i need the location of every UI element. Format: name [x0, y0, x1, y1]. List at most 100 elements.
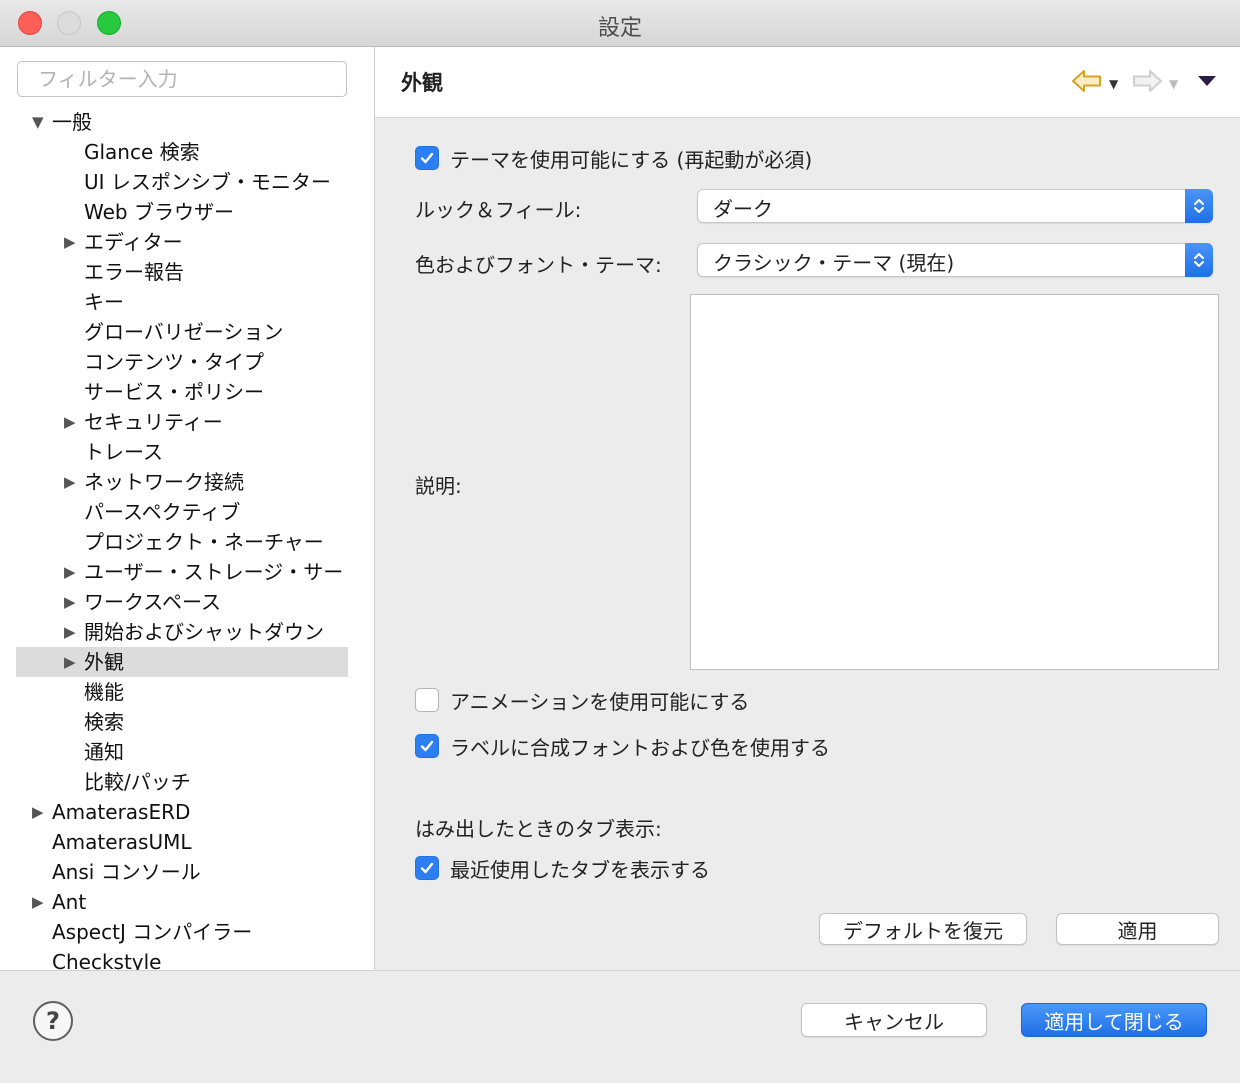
tree-item[interactable]: UI レスポンシブ・モニター: [0, 167, 374, 197]
tree-item-label: エラー報告: [84, 260, 184, 284]
tree-item[interactable]: プロジェクト・ネーチャー: [0, 527, 374, 557]
recent-tabs-label: 最近使用したタブを表示する: [450, 857, 710, 882]
mixed-fonts-label: ラベルに合成フォントおよび色を使用する: [450, 735, 830, 760]
collapsed-arrow-icon[interactable]: ▶: [64, 467, 76, 497]
tree-item-label: セキュリティー: [84, 410, 223, 434]
tree-item[interactable]: エラー報告: [0, 257, 374, 287]
tree-item[interactable]: パースペクティブ: [0, 497, 374, 527]
page-header: 外観 ▼ ▼: [375, 47, 1240, 118]
tree-item[interactable]: ▶ 開始およびシャットダウン: [0, 617, 374, 647]
tree-item-label: キー: [84, 290, 124, 314]
preferences-tree: ▼ 一般 Glance 検索 UI レスポンシブ・モニター Web ブラウザー ▶ エディタ…: [0, 107, 374, 970]
tree-item-label: AspectJ コンパイラー: [52, 920, 253, 944]
description-label: 説明:: [415, 474, 462, 498]
tree-item[interactable]: 比較/パッチ: [0, 767, 374, 797]
tree-item-label: プロジェクト・ネーチャー: [84, 530, 324, 554]
color-font-theme-select[interactable]: クラシック・テーマ (現在): [697, 243, 1213, 277]
tree-item[interactable]: グローバリゼーション: [0, 317, 374, 347]
tree-item-label: 検索: [84, 710, 124, 734]
color-font-theme-label: 色およびフォント・テーマ:: [415, 253, 662, 277]
collapsed-arrow-icon[interactable]: ▶: [32, 797, 44, 827]
tree-item-label: ユーザー・ストレージ・サー: [84, 560, 344, 584]
cancel-button[interactable]: キャンセル: [801, 1003, 987, 1037]
forward-history-dropdown-icon[interactable]: ▼: [1169, 77, 1178, 91]
tree-item-label: UI レスポンシブ・モニター: [84, 170, 331, 194]
tree-item[interactable]: Ansi コンソール: [0, 857, 374, 887]
tree-item-label: Checkstyle: [52, 950, 162, 970]
title-bar: 設定: [0, 0, 1240, 47]
tree-item-label: ワークスペース: [84, 590, 221, 614]
tree-item[interactable]: コンテンツ・タイプ: [0, 347, 374, 377]
preferences-sidebar: ▼ 一般 Glance 検索 UI レスポンシブ・モニター Web ブラウザー ▶ エディタ…: [0, 47, 375, 970]
tree-item[interactable]: AmaterasUML: [0, 827, 374, 857]
forward-arrow-icon[interactable]: [1131, 69, 1163, 97]
collapsed-arrow-icon[interactable]: ▶: [64, 647, 76, 677]
enable-theming-label: テーマを使用可能にする (再起動が必須): [450, 147, 813, 172]
enable-animations-checkbox[interactable]: [415, 688, 439, 712]
tree-item[interactable]: トレース: [0, 437, 374, 467]
tree-item-label: エディター: [84, 230, 183, 254]
tree-item-label: トレース: [84, 440, 163, 464]
collapsed-arrow-icon[interactable]: ▶: [64, 587, 76, 617]
collapsed-arrow-icon[interactable]: ▶: [64, 617, 76, 647]
tree-item-label: 開始およびシャットダウン: [84, 620, 324, 644]
tree-item[interactable]: Web ブラウザー: [0, 197, 374, 227]
page-title: 外観: [401, 71, 443, 95]
tree-item-label: AmaterasUML: [52, 830, 192, 854]
tree-item[interactable]: 機能: [0, 677, 374, 707]
tree-item[interactable]: 通知: [0, 737, 374, 767]
mixed-fonts-checkbox[interactable]: [415, 734, 439, 758]
tab-overflow-label: はみ出したときのタブ表示:: [415, 817, 662, 841]
tree-item[interactable]: ▶ セキュリティー: [0, 407, 374, 437]
collapsed-arrow-icon[interactable]: ▶: [64, 227, 76, 257]
tree-item[interactable]: ▶ AmaterasERD: [0, 797, 374, 827]
tree-item[interactable]: Checkstyle: [0, 947, 374, 970]
collapsed-arrow-icon[interactable]: ▶: [64, 557, 76, 587]
enable-animations-row[interactable]: アニメーションを使用可能にする: [415, 686, 749, 714]
back-arrow-icon[interactable]: [1071, 69, 1103, 97]
tree-item-label: Ant: [52, 890, 87, 914]
collapsed-arrow-icon[interactable]: ▶: [32, 887, 44, 917]
enable-theming-row[interactable]: テーマを使用可能にする (再起動が必須): [415, 144, 812, 172]
restore-defaults-button[interactable]: デフォルトを復元: [819, 913, 1027, 945]
tree-item[interactable]: ▼ 一般: [0, 107, 374, 137]
tree-item[interactable]: AspectJ コンパイラー: [0, 917, 374, 947]
back-history-dropdown-icon[interactable]: ▼: [1109, 77, 1118, 91]
tree-item-label: Glance 検索: [84, 140, 200, 164]
look-feel-value: ダーク: [713, 197, 773, 221]
help-icon[interactable]: ?: [33, 1001, 73, 1041]
tree-item[interactable]: Glance 検索: [0, 137, 374, 167]
tree-item[interactable]: ▶ ネットワーク接続: [0, 467, 374, 497]
filter-input[interactable]: [17, 61, 347, 97]
apply-and-close-button[interactable]: 適用して閉じる: [1021, 1003, 1207, 1037]
tree-item-label: Ansi コンソール: [52, 860, 201, 884]
tree-item[interactable]: サービス・ポリシー: [0, 377, 374, 407]
collapsed-arrow-icon[interactable]: ▶: [64, 407, 76, 437]
updown-chevron-icon[interactable]: [1185, 189, 1213, 223]
tree-item[interactable]: ▶ ユーザー・ストレージ・サー: [0, 557, 374, 587]
expanded-arrow-icon[interactable]: ▼: [32, 107, 44, 137]
updown-chevron-icon[interactable]: [1185, 243, 1213, 277]
tree-item-label: ネットワーク接続: [84, 470, 244, 494]
tree-item-label: 一般: [52, 110, 92, 134]
look-feel-select[interactable]: ダーク: [697, 189, 1213, 223]
mixed-fonts-row[interactable]: ラベルに合成フォントおよび色を使用する: [415, 732, 830, 760]
recent-tabs-checkbox[interactable]: [415, 856, 439, 880]
look-feel-label: ルック＆フィール:: [415, 198, 582, 222]
recent-tabs-row[interactable]: 最近使用したタブを表示する: [415, 854, 710, 882]
tree-item-label: AmaterasERD: [52, 800, 191, 824]
tree-item[interactable]: キー: [0, 287, 374, 317]
color-font-theme-value: クラシック・テーマ (現在): [713, 251, 955, 275]
dialog-footer: ? キャンセル 適用して閉じる: [0, 970, 1240, 1083]
tree-item-label: コンテンツ・タイプ: [84, 350, 264, 374]
tree-item[interactable]: ▶ エディター: [0, 227, 374, 257]
tree-item[interactable]: ▶ Ant: [0, 887, 374, 917]
tree-item[interactable]: ▶ ワークスペース: [0, 587, 374, 617]
enable-theming-checkbox[interactable]: [415, 146, 439, 170]
tree-item-label: 比較/パッチ: [84, 770, 191, 794]
tree-item[interactable]: 検索: [0, 707, 374, 737]
tree-item-label: サービス・ポリシー: [84, 380, 264, 404]
tree-item[interactable]: ▶ 外観: [16, 647, 348, 677]
view-menu-icon[interactable]: [1197, 74, 1217, 92]
apply-button[interactable]: 適用: [1056, 913, 1219, 945]
